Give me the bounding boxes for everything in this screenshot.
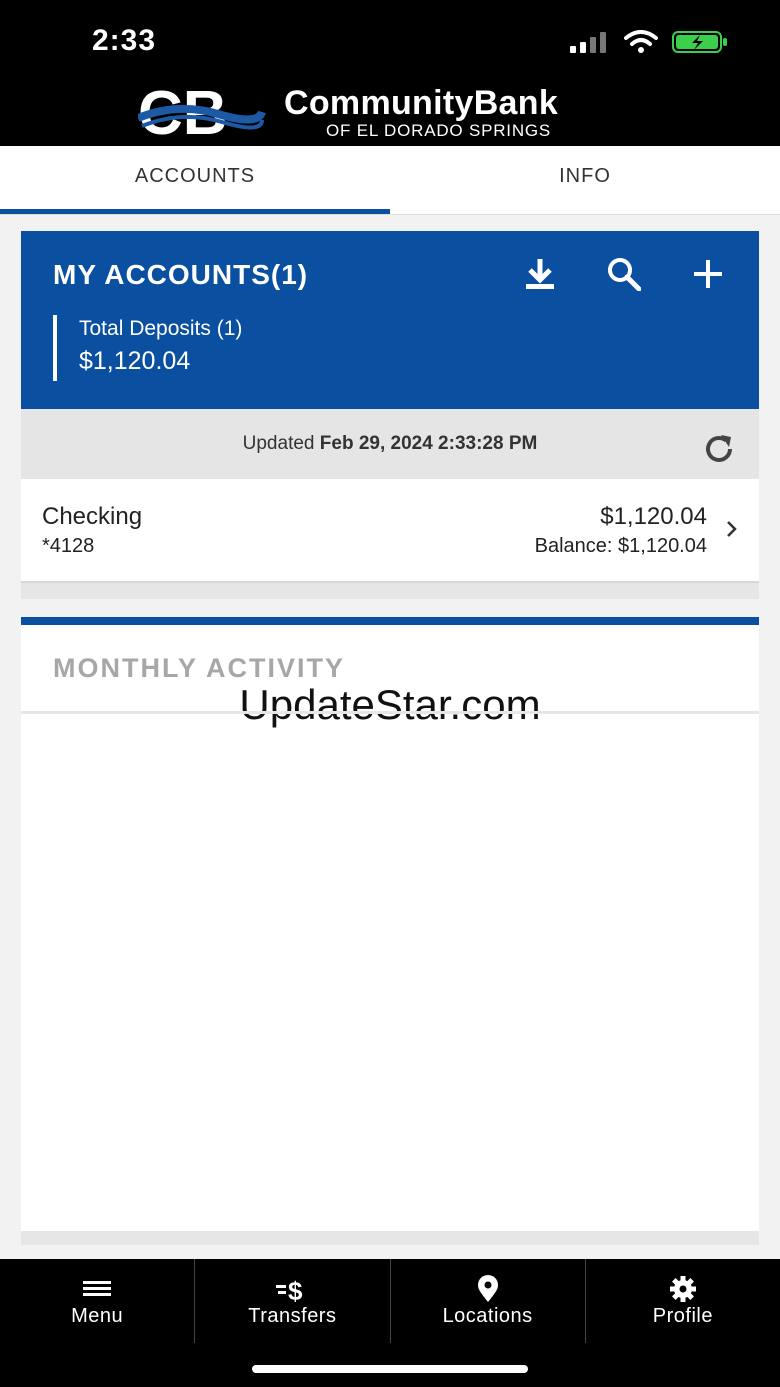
total-deposits: Total Deposits (1) $1,120.04 [53,315,242,381]
account-number: *4128 [42,535,95,557]
nav-locations-label: Locations [442,1305,533,1327]
menu-icon [83,1281,112,1296]
nav-profile[interactable]: Profile [586,1259,780,1343]
location-pin-icon [477,1275,498,1302]
account-actions [523,257,725,292]
add-icon[interactable] [691,257,725,291]
total-deposits-amount: $1,120.04 [79,347,191,375]
wifi-icon [624,30,658,53]
account-balance: Balance: $1,120.04 [534,535,707,557]
my-accounts-title: MY ACCOUNTS(1) [53,259,309,290]
status-bar: 2:33 [0,0,780,80]
gear-icon [669,1276,696,1302]
refresh-icon[interactable] [701,427,737,463]
tab-info[interactable]: INFO [390,146,780,214]
total-deposits-label: Total Deposits (1) [79,317,243,340]
home-indicator[interactable] [252,1365,528,1373]
chevron-right-icon [727,521,737,537]
section-divider-bottom [21,1231,759,1245]
account-name: Checking [42,503,143,530]
monthly-activity-title: MONTHLY ACTIVITY [53,653,346,683]
section-divider [21,583,759,599]
nav-profile-label: Profile [652,1305,713,1327]
account-row-checking[interactable]: Checking *4128 $1,120.04 Balance: $1,120… [21,479,759,583]
transfers-icon: $ [276,1276,303,1303]
status-time: 2:33 [92,24,157,57]
nav-menu[interactable]: Menu [0,1259,196,1343]
nav-transfers[interactable]: $ Transfers [195,1259,391,1343]
updated-timestamp: Feb 29, 2024 2:33:28 PM [319,433,538,454]
status-icons [570,30,728,54]
nav-menu-label: Menu [71,1305,124,1327]
tab-accounts[interactable]: ACCOUNTS [0,146,390,214]
top-tabs: ACCOUNTS INFO [0,146,780,215]
nav-locations[interactable]: Locations [391,1259,586,1343]
app-header: CB CommunityBank OF EL DORADO SPRINGS [0,80,780,146]
activity-divider [21,711,759,714]
battery-icon [672,31,727,53]
svg-text:$: $ [288,1276,303,1303]
watermark-text: UpdateStar.com [239,681,541,728]
my-accounts-panel: MY ACCOUNTS(1) Total Deposits (1) $1,120… [21,231,759,409]
bank-subtitle: OF EL DORADO SPRINGS [326,121,552,140]
nav-transfers-label: Transfers [248,1305,337,1327]
account-amount: $1,120.04 [600,503,707,530]
signal-icon [570,32,606,53]
monthly-activity-panel: MONTHLY ACTIVITY UpdateStar.com [21,617,759,1239]
download-icon[interactable] [523,257,557,291]
updated-bar: Updated Feb 29, 2024 2:33:28 PM [21,409,759,479]
search-icon[interactable] [607,257,642,292]
bank-name: CommunityBank [284,84,559,122]
updated-prefix: Updated [242,433,315,454]
